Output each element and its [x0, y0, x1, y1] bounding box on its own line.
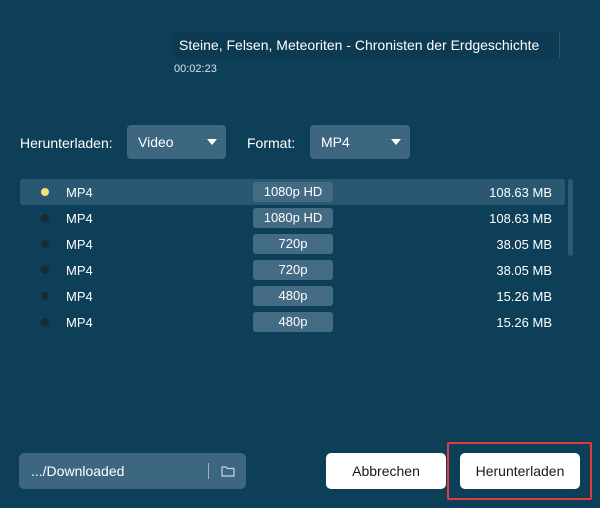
format-list: MP4 1080p HD 108.63 MB MP4 1080p HD 108.… — [20, 179, 565, 335]
cancel-button[interactable]: Abbrechen — [326, 453, 446, 489]
video-title: Steine, Felsen, Meteoriten - Chronisten … — [173, 32, 560, 58]
download-dialog: Steine, Felsen, Meteoriten - Chronisten … — [0, 0, 600, 508]
file-size: 15.26 MB — [496, 315, 552, 330]
radio-dot-icon — [41, 188, 49, 196]
format-label: Format: — [247, 135, 296, 151]
video-duration: 00:02:23 — [174, 63, 217, 75]
format-row[interactable]: MP4 720p 38.05 MB — [20, 231, 565, 257]
radio-dot-icon — [41, 292, 49, 300]
resolution-badge: 720p — [253, 234, 333, 254]
resolution-badge: 1080p HD — [253, 208, 333, 228]
resolution-badge: 1080p HD — [253, 182, 333, 202]
file-size: 38.05 MB — [496, 237, 552, 252]
format-row[interactable]: MP4 1080p HD 108.63 MB — [20, 179, 565, 205]
format-value: MP4 — [321, 134, 350, 150]
chevron-down-icon — [207, 139, 217, 145]
download-type-select[interactable]: Video — [127, 125, 226, 159]
download-button[interactable]: Herunterladen — [460, 453, 580, 489]
format-select[interactable]: MP4 — [310, 125, 410, 159]
format-name: MP4 — [66, 211, 93, 226]
radio-dot-icon — [41, 318, 49, 326]
chevron-down-icon — [391, 139, 401, 145]
format-name: MP4 — [66, 263, 93, 278]
format-name: MP4 — [66, 185, 93, 200]
format-name: MP4 — [66, 237, 93, 252]
format-name: MP4 — [66, 289, 93, 304]
format-row[interactable]: MP4 480p 15.26 MB — [20, 309, 565, 335]
radio-dot-icon — [41, 214, 49, 222]
resolution-badge: 720p — [253, 260, 333, 280]
folder-icon[interactable] — [221, 464, 235, 478]
path-divider — [208, 463, 209, 479]
file-size: 108.63 MB — [489, 185, 552, 200]
format-name: MP4 — [66, 315, 93, 330]
file-size: 15.26 MB — [496, 289, 552, 304]
radio-dot-icon — [41, 266, 49, 274]
save-path-field[interactable]: .../Downloaded — [19, 453, 246, 489]
format-row[interactable]: MP4 1080p HD 108.63 MB — [20, 205, 565, 231]
format-row[interactable]: MP4 480p 15.26 MB — [20, 283, 565, 309]
file-size: 108.63 MB — [489, 211, 552, 226]
save-path-text: .../Downloaded — [31, 463, 125, 479]
resolution-badge: 480p — [253, 286, 333, 306]
list-scrollbar[interactable] — [568, 179, 573, 256]
radio-dot-icon — [41, 240, 49, 248]
resolution-badge: 480p — [253, 312, 333, 332]
file-size: 38.05 MB — [496, 263, 552, 278]
download-type-label: Herunterladen: — [20, 135, 113, 151]
download-type-value: Video — [138, 134, 174, 150]
format-row[interactable]: MP4 720p 38.05 MB — [20, 257, 565, 283]
